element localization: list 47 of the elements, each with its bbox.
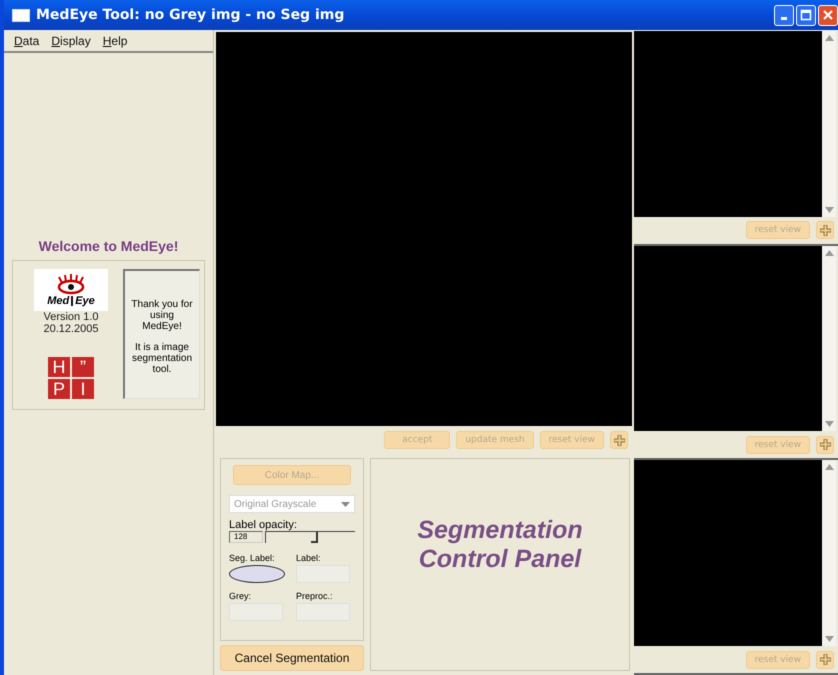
scrollbar[interactable] bbox=[822, 246, 836, 432]
opacity-value: 128 bbox=[229, 531, 263, 543]
scrollbar[interactable] bbox=[822, 31, 836, 217]
scroll-down-icon[interactable] bbox=[824, 206, 834, 213]
close-button[interactable] bbox=[818, 4, 838, 26]
slider-thumb[interactable] bbox=[310, 532, 318, 543]
plus-icon bbox=[820, 439, 830, 450]
panel-title: Segmentation Control Panel bbox=[370, 458, 630, 671]
menu-item[interactable]: Help bbox=[102, 34, 128, 48]
dropdown-arrow-icon bbox=[341, 502, 350, 506]
label-label: Label: bbox=[296, 553, 322, 563]
close-icon bbox=[822, 9, 834, 21]
welcome-heading: Welcome to MedEye! bbox=[38, 238, 180, 254]
logo-text: Eye bbox=[75, 295, 95, 307]
cancel-segmentation-button[interactable]: Cancel Segmentation bbox=[220, 645, 364, 671]
minimize-button[interactable] bbox=[774, 4, 794, 26]
date-text: 20.12.2005 bbox=[43, 323, 99, 335]
scroll-down-icon[interactable] bbox=[824, 636, 834, 642]
plus-icon bbox=[614, 434, 624, 446]
plus-icon bbox=[820, 224, 830, 236]
intensity-label: Grey: bbox=[229, 591, 252, 601]
logo-text: Med bbox=[47, 295, 70, 307]
maximize-icon bbox=[800, 9, 812, 21]
add-button[interactable] bbox=[816, 436, 834, 454]
scroll-up-icon[interactable] bbox=[824, 464, 834, 470]
version-text: Version 1.0 bbox=[43, 311, 99, 323]
hpi-logo: H ” P I bbox=[48, 357, 94, 399]
plus-icon bbox=[820, 654, 830, 666]
maximize-button[interactable] bbox=[796, 4, 816, 26]
seg-label-label: Seg. Label: bbox=[229, 553, 276, 563]
menu-item[interactable]: Display bbox=[51, 34, 91, 48]
label-color-swatch bbox=[229, 565, 285, 583]
add-button[interactable] bbox=[816, 221, 834, 240]
window-icon bbox=[12, 8, 30, 22]
scroll-up-icon[interactable] bbox=[824, 35, 834, 41]
welcome-message: Thank you for using MedEye! It is a image segmentation tool. bbox=[123, 269, 200, 399]
scrollbar[interactable] bbox=[822, 460, 836, 646]
scroll-down-icon[interactable] bbox=[824, 421, 834, 428]
scroll-up-icon[interactable] bbox=[824, 250, 834, 256]
minimize-icon bbox=[781, 16, 787, 20]
add-button[interactable] bbox=[816, 650, 834, 669]
menu-item[interactable]: Data bbox=[14, 34, 40, 48]
opacity-slider[interactable] bbox=[265, 531, 355, 543]
window-title: MedEye Tool: no Grey img - no Seg img bbox=[36, 7, 344, 23]
preproc-label: Preproc.: bbox=[296, 591, 334, 601]
add-button[interactable] bbox=[610, 431, 628, 449]
opacity-label: Label opacity: bbox=[229, 519, 298, 531]
